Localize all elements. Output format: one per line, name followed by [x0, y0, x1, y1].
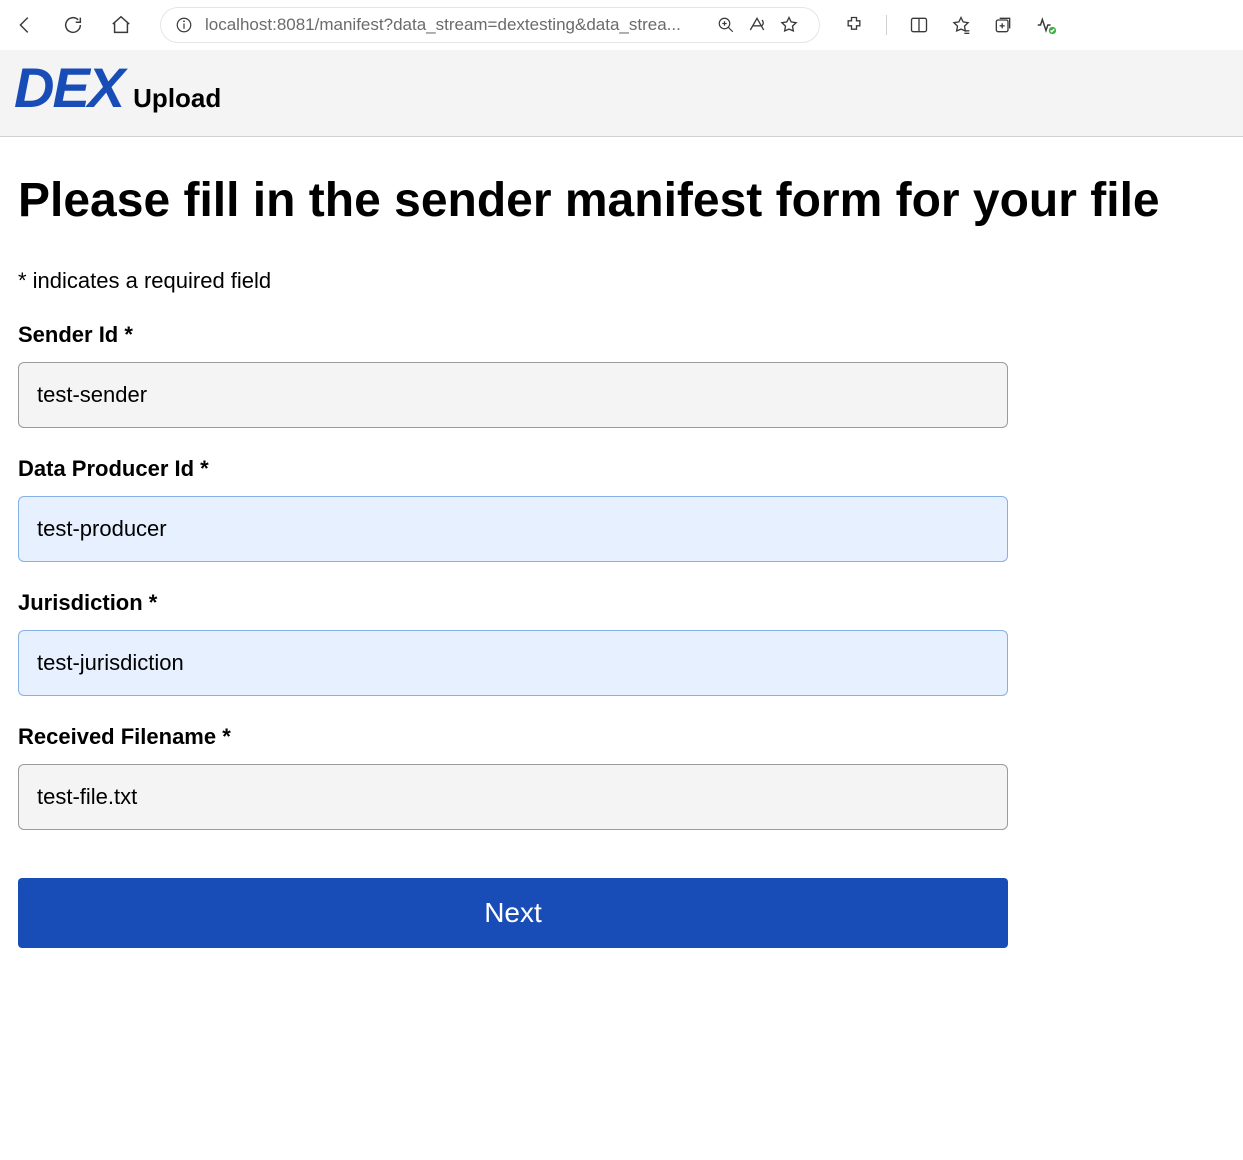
- app-header: DEX Upload: [0, 50, 1243, 137]
- dex-logo: DEX: [14, 60, 123, 116]
- field-received-filename: Received Filename *: [18, 724, 1225, 830]
- data-producer-id-input[interactable]: [18, 496, 1008, 562]
- received-filename-label: Received Filename *: [18, 724, 1225, 750]
- collections-icon[interactable]: [993, 15, 1013, 35]
- refresh-icon[interactable]: [62, 14, 84, 36]
- home-icon[interactable]: [110, 14, 132, 36]
- field-sender-id: Sender Id *: [18, 322, 1225, 428]
- required-note: * indicates a required field: [18, 268, 1225, 294]
- favorite-star-icon[interactable]: [779, 15, 799, 35]
- separator: [886, 15, 887, 35]
- sender-id-input[interactable]: [18, 362, 1008, 428]
- split-screen-icon[interactable]: [909, 15, 929, 35]
- field-data-producer-id: Data Producer Id *: [18, 456, 1225, 562]
- page-title: Please fill in the sender manifest form …: [18, 173, 1225, 228]
- performance-icon[interactable]: [1035, 14, 1057, 36]
- main-content: Please fill in the sender manifest form …: [0, 137, 1243, 988]
- url-text: localhost:8081/manifest?data_stream=dext…: [205, 15, 681, 35]
- zoom-icon[interactable]: [717, 16, 735, 34]
- toolbar-right-icons: [844, 14, 1057, 36]
- back-icon[interactable]: [14, 14, 36, 36]
- address-bar[interactable]: localhost:8081/manifest?data_stream=dext…: [160, 7, 820, 43]
- field-jurisdiction: Jurisdiction *: [18, 590, 1225, 696]
- favorites-list-icon[interactable]: [951, 15, 971, 35]
- data-producer-id-label: Data Producer Id *: [18, 456, 1225, 482]
- sender-id-label: Sender Id *: [18, 322, 1225, 348]
- extensions-icon[interactable]: [844, 15, 864, 35]
- info-icon[interactable]: [175, 16, 193, 34]
- read-aloud-icon[interactable]: [747, 15, 767, 35]
- received-filename-input[interactable]: [18, 764, 1008, 830]
- browser-toolbar: localhost:8081/manifest?data_stream=dext…: [0, 0, 1243, 50]
- next-button[interactable]: Next: [18, 878, 1008, 948]
- jurisdiction-input[interactable]: [18, 630, 1008, 696]
- nav-icon-group: [14, 14, 132, 36]
- jurisdiction-label: Jurisdiction *: [18, 590, 1225, 616]
- header-subtitle: Upload: [133, 83, 221, 116]
